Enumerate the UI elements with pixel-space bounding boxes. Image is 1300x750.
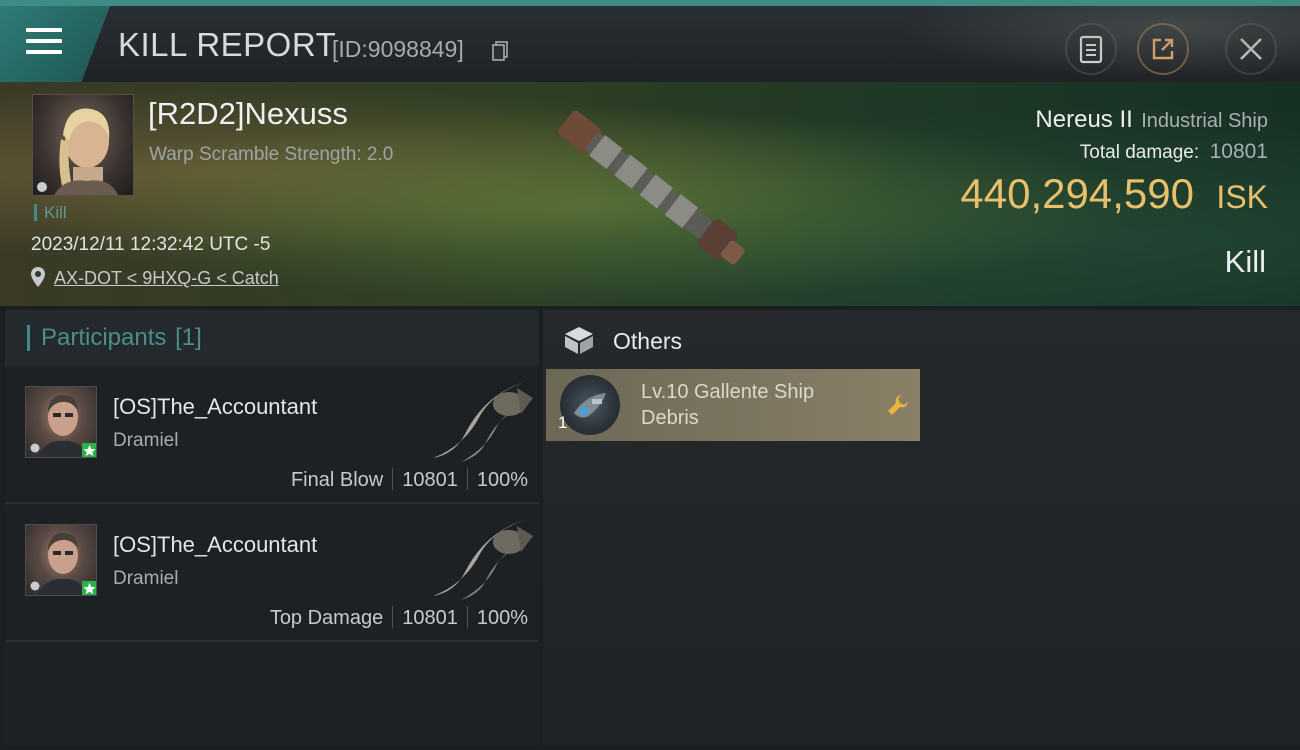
participant-portrait[interactable] (25, 386, 97, 458)
hamburger-icon[interactable] (26, 28, 62, 54)
loot-item-name: Lv.10 Gallente Ship Debris (641, 381, 815, 429)
kill-location-link[interactable]: AX-DOT < 9HXQ-G < Catch (54, 268, 279, 289)
debris-icon (574, 393, 606, 418)
participant-percent: 100% (476, 469, 528, 491)
copy-icon[interactable] (492, 41, 508, 61)
participant-ship-image (433, 520, 533, 600)
participants-title: Participants [1] (27, 325, 202, 351)
participants-header: Participants [1] (5, 310, 539, 366)
participant-ship: Dramiel (113, 568, 179, 589)
close-icon (1240, 38, 1262, 60)
total-damage-label: Total damage: (1079, 142, 1200, 163)
participant-name[interactable]: [OS]The_Accountant (113, 532, 317, 558)
participant-ship-image (433, 382, 533, 462)
page-title: KILL REPORT (118, 26, 337, 63)
share-button[interactable] (1137, 23, 1189, 75)
share-icon (1152, 38, 1174, 60)
victim-ship-image (557, 110, 745, 265)
report-id: [ID:9098849] (332, 36, 464, 62)
participant-percent: 100% (476, 607, 528, 629)
loot-item[interactable]: 1 Lv.10 Gallente Ship Debris (546, 369, 920, 441)
participant-role: Top Damage (269, 607, 384, 629)
participant-avatar (30, 394, 96, 457)
total-damage-value: 10801 (1209, 140, 1268, 163)
participant-row[interactable]: [OS]The_Accountant Dramiel Final Blow 108… (5, 368, 539, 504)
victim-portrait[interactable] (32, 94, 134, 196)
clipboard-icon (1079, 35, 1103, 64)
victim-ship-name[interactable]: Nereus II (1035, 106, 1132, 133)
others-title: Others (613, 328, 683, 354)
kill-tag: Kill (34, 204, 67, 221)
close-button[interactable] (1225, 23, 1277, 75)
others-header: Others (543, 310, 1300, 366)
participant-damage: 10801 (402, 469, 458, 491)
victim-ship-line: Nereus II Industrial Ship (1035, 106, 1268, 134)
participant-role: Final Blow (290, 469, 384, 491)
stat-divider (392, 468, 394, 490)
isk-value-line: 440,294,590 ISK (960, 170, 1268, 218)
participants-label: Participants (41, 324, 167, 351)
victim-name[interactable]: [R2D2]Nexuss (148, 96, 348, 132)
participant-row[interactable]: [OS]The_Accountant Dramiel Top Damage 108… (5, 506, 539, 642)
wrench-icon[interactable] (886, 393, 910, 417)
loot-item-thumbnail (560, 375, 620, 435)
victim-banner: [R2D2]Nexuss Warp Scramble Strength: 2.0… (0, 82, 1300, 306)
participants-panel: Participants [1] [OS]The_Accountant Dram… (5, 310, 539, 745)
isk-unit: ISK (1216, 179, 1268, 215)
participant-damage: 10801 (402, 607, 458, 629)
top-bar: KILL REPORT [ID:9098849] (0, 0, 1300, 82)
participant-ship: Dramiel (113, 430, 179, 451)
kill-timestamp: 2023/12/11 12:32:42 UTC -5 (31, 234, 271, 255)
participant-avatar (30, 532, 96, 595)
victim-ship-class: Industrial Ship (1141, 110, 1268, 132)
participant-name[interactable]: [OS]The_Accountant (113, 394, 317, 420)
menu-button[interactable] (0, 6, 110, 82)
warp-scramble-strength: Warp Scramble Strength: 2.0 (149, 144, 394, 165)
map-pin-icon (31, 267, 45, 287)
cube-icon (565, 327, 593, 354)
total-damage-line: Total damage: 10801 (1080, 140, 1268, 164)
victim-avatar (37, 108, 119, 195)
participant-stats: Final Blow 10801 100% (291, 468, 528, 492)
notes-button[interactable] (1065, 23, 1117, 75)
participants-count: [1] (175, 324, 202, 351)
loot-item-quantity: 1 (558, 413, 568, 432)
participant-stats: Top Damage 10801 100% (270, 606, 528, 630)
stat-divider (466, 468, 468, 490)
others-panel: Others 1 Lv.10 Gallente Ship Debris (543, 310, 1300, 745)
stat-divider (466, 606, 468, 628)
participant-portrait[interactable] (25, 524, 97, 596)
stat-divider (392, 606, 394, 628)
kill-result-label: Kill (1224, 244, 1266, 279)
isk-value: 440,294,590 (960, 170, 1194, 217)
